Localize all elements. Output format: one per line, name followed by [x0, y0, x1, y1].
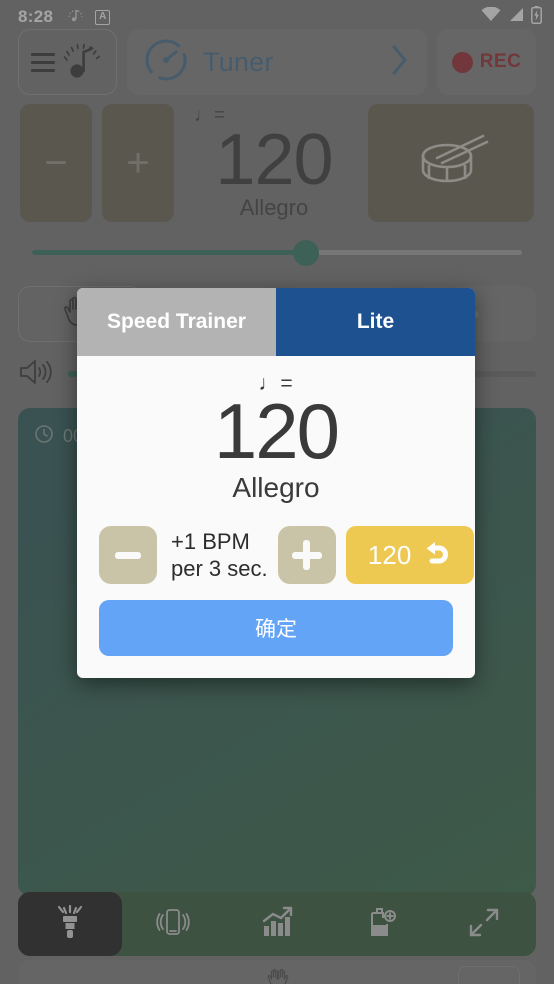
rate-increase-button[interactable]: [277, 526, 336, 584]
tab-speed-trainer-label: Speed Trainer: [107, 310, 246, 333]
minus-icon: [115, 551, 141, 559]
tab-speed-trainer[interactable]: Speed Trainer: [77, 288, 276, 356]
confirm-button[interactable]: 确定: [99, 600, 453, 656]
dialog-body: ♩= 120 Allegro +1 BPM per 3 sec. 120 确定: [77, 356, 475, 678]
tab-lite-label: Lite: [356, 310, 395, 333]
speed-trainer-dialog: Speed Trainer Lite ♩= 120 Allegro +1 BPM…: [77, 288, 475, 678]
dialog-tempo-name: Allegro: [232, 472, 320, 503]
dialog-tabs: Speed Trainer Lite: [77, 288, 475, 356]
dialog-rate-controls: +1 BPM per 3 sec. 120: [99, 526, 474, 584]
rate-decrease-button[interactable]: [99, 526, 157, 584]
tab-lite[interactable]: Lite: [276, 288, 475, 356]
rate-description: +1 BPM per 3 sec.: [167, 528, 268, 583]
dialog-bpm-value: 120: [213, 387, 340, 475]
phone-screen: 8:28 A: [0, 0, 554, 984]
plus-icon: [291, 540, 322, 570]
rate-line-1: +1 BPM: [171, 528, 250, 554]
reset-tempo-button[interactable]: 120: [345, 526, 474, 584]
confirm-button-label: 确定: [255, 618, 297, 641]
undo-arrow-icon: [419, 538, 451, 573]
rate-line-2: per 3 sec.: [171, 556, 268, 581]
reset-value-label: 120: [367, 539, 412, 570]
